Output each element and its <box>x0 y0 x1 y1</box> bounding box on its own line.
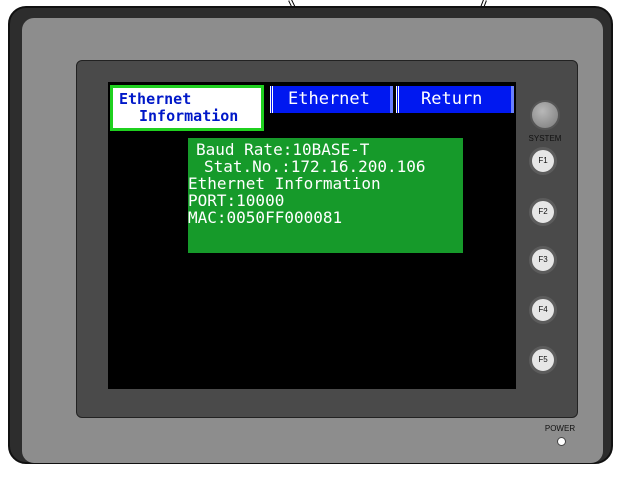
return-button[interactable]: Return <box>396 86 514 113</box>
ethernet-button-label: Ethernet <box>288 89 370 109</box>
ethernet-button-edge <box>390 86 393 113</box>
power-led-indicator <box>557 437 566 446</box>
ethernet-information-title: Ethernet Information <box>110 85 264 131</box>
f5-key[interactable]: F5 <box>529 346 557 374</box>
title-line-2: Information <box>139 107 239 125</box>
f4-key[interactable]: F4 <box>529 296 557 324</box>
return-button-label: Return <box>421 89 483 109</box>
port-text: PORT:10000 <box>188 191 285 210</box>
mac-address-text: MAC:0050FF000081 <box>188 208 343 227</box>
power-label: POWER <box>544 424 576 433</box>
return-button-edge <box>511 86 514 113</box>
ethernet-button[interactable]: Ethernet <box>270 86 393 113</box>
f3-key[interactable]: F3 <box>529 246 557 274</box>
title-line-1: Ethernet <box>119 90 192 108</box>
station-number-text: Stat.No.:172.16.200.106 <box>204 157 426 176</box>
ethernet-info-panel: Baud Rate:10BASE-T Stat.No.:172.16.200.1… <box>188 138 463 253</box>
system-label: SYSTEM <box>528 134 562 143</box>
ethernet-info-heading: Ethernet Information <box>188 174 381 193</box>
baud-rate-text: Baud Rate:10BASE-T <box>196 140 370 159</box>
system-button[interactable] <box>530 100 560 130</box>
f1-key[interactable]: F1 <box>529 147 557 175</box>
f2-key[interactable]: F2 <box>529 198 557 226</box>
